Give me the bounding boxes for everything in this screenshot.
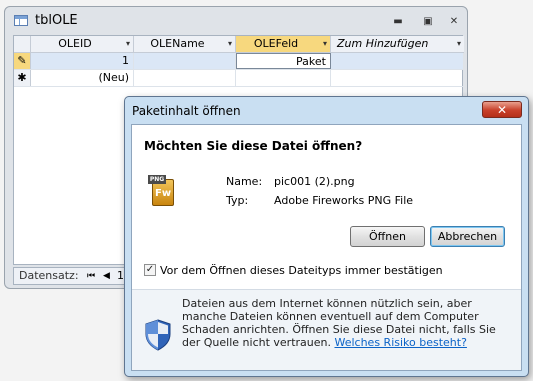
dialog-body: Möchten Sie diese Datei öffnen? PNG Fw N… bbox=[131, 124, 522, 371]
fireworks-png-file-icon: PNG Fw bbox=[148, 175, 176, 207]
table-row-new[interactable]: ✱ (Neu) bbox=[14, 70, 463, 87]
new-record-icon[interactable]: ✱ bbox=[14, 70, 31, 86]
cell-oleid[interactable]: 1 bbox=[31, 53, 134, 69]
file-name-value: pic001 (2).png bbox=[274, 175, 355, 188]
cell-olename[interactable] bbox=[134, 70, 236, 86]
table-icon bbox=[14, 15, 28, 26]
dialog-title: Paketinhalt öffnen bbox=[132, 104, 241, 118]
column-header-label: OLEID bbox=[58, 37, 92, 50]
cell-add-field[interactable] bbox=[331, 70, 463, 86]
file-type-label: Typ: bbox=[226, 194, 249, 207]
cell-add-field[interactable] bbox=[331, 53, 463, 69]
chevron-down-icon[interactable]: ▾ bbox=[323, 36, 327, 52]
close-icon[interactable]: ✕ bbox=[445, 15, 463, 29]
file-name-label: Name: bbox=[226, 175, 263, 188]
column-header-label: OLEName bbox=[150, 37, 205, 50]
column-header-label: OLEFeld bbox=[253, 37, 299, 50]
cell-oleid[interactable]: (Neu) bbox=[31, 70, 134, 86]
risk-info-link[interactable]: Welches Risiko besteht? bbox=[334, 336, 466, 349]
column-header-oleid[interactable]: OLEID ▾ bbox=[31, 36, 134, 53]
always-confirm-checkbox[interactable]: ✓ bbox=[144, 264, 156, 276]
current-record-field[interactable]: 1 bbox=[117, 268, 124, 284]
security-shield-icon bbox=[145, 319, 171, 351]
select-all-corner[interactable] bbox=[14, 36, 31, 53]
open-package-dialog: Paketinhalt öffnen ✕ Möchten Sie diese D… bbox=[124, 96, 529, 377]
record-navigation-label: Datensatz: bbox=[19, 269, 79, 282]
file-type-value: Adobe Fireworks PNG File bbox=[274, 194, 414, 207]
previous-record-icon[interactable]: ◀ bbox=[103, 268, 110, 284]
close-icon[interactable]: ✕ bbox=[482, 101, 522, 118]
chevron-down-icon[interactable]: ▾ bbox=[457, 36, 461, 52]
column-header-olename[interactable]: OLEName ▾ bbox=[134, 36, 236, 53]
table-row[interactable]: ✎ 1 Paket bbox=[14, 53, 463, 70]
security-warning-text: Dateien aus dem Internet können nützlich… bbox=[182, 297, 512, 349]
open-button[interactable]: Öffnen bbox=[350, 226, 425, 247]
file-type-badge: PNG bbox=[148, 175, 166, 184]
cell-olename[interactable] bbox=[134, 53, 236, 69]
column-header-add-field[interactable]: Zum Hinzufügen klicken ▾ bbox=[331, 36, 464, 66]
dialog-titlebar[interactable]: Paketinhalt öffnen ✕ bbox=[125, 97, 528, 124]
always-confirm-label[interactable]: Vor dem Öffnen dieses Dateityps immer be… bbox=[160, 264, 443, 277]
cell-olefeld[interactable]: Paket bbox=[236, 53, 331, 69]
cell-olefeld[interactable] bbox=[236, 70, 331, 86]
column-header-olefeld[interactable]: OLEFeld ▾ bbox=[236, 36, 331, 53]
security-footer: Dateien aus dem Internet können nützlich… bbox=[132, 290, 521, 370]
chevron-down-icon[interactable]: ▾ bbox=[228, 36, 232, 52]
dialog-question: Möchten Sie diese Datei öffnen? bbox=[144, 139, 363, 153]
file-app-mark: Fw bbox=[155, 188, 172, 199]
minimize-icon[interactable]: ▬ bbox=[389, 15, 407, 29]
edit-pencil-icon[interactable]: ✎ bbox=[14, 53, 31, 69]
restore-icon[interactable]: ▣ bbox=[419, 15, 437, 29]
cancel-button[interactable]: Abbrechen bbox=[430, 226, 505, 247]
table-window-titlebar[interactable]: tblOLE ▬ ▣ ✕ bbox=[5, 7, 467, 35]
table-window-title: tblOLE bbox=[35, 13, 78, 28]
chevron-down-icon[interactable]: ▾ bbox=[126, 36, 130, 52]
first-record-icon[interactable]: ⏮ bbox=[87, 268, 95, 284]
